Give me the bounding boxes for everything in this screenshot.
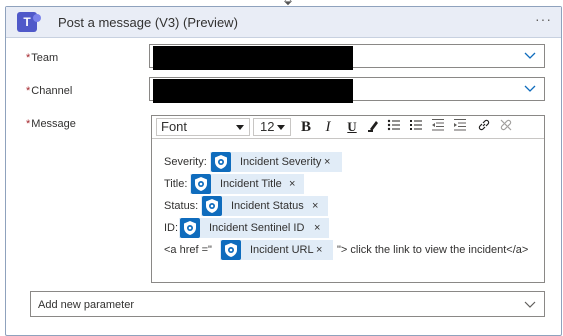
channel-label: *Channel [26,85,72,97]
required-marker: * [26,52,31,64]
message-editor[interactable]: Font 12 B I U Severity: Incident Severit… [151,115,545,283]
href-suffix-text: "> click the link to view the incident</… [337,244,529,256]
unlink-icon[interactable] [496,118,516,136]
required-marker: * [26,85,31,97]
font-family-select[interactable]: Font [156,118,250,136]
chevron-down-icon[interactable] [524,299,536,309]
token-label: Incident Sentinel ID [209,222,305,234]
token-label: Incident Severity [240,156,322,168]
action-header[interactable]: T Post a message (V3) (Preview) ··· [6,7,561,38]
sentinel-shield-icon [180,218,200,238]
numbered-list-icon[interactable] [406,118,426,136]
remove-token-icon[interactable]: × [316,244,322,256]
chevron-down-icon[interactable] [524,82,536,94]
decrease-indent-icon[interactable] [428,118,448,136]
dynamic-content-token[interactable]: Incident Sentinel ID × [179,218,329,238]
team-label-text: Team [31,52,59,64]
chevron-down-icon[interactable] [524,49,536,61]
link-icon[interactable] [474,118,494,136]
increase-indent-icon[interactable] [450,118,470,136]
bold-button[interactable]: B [296,118,316,136]
message-label: *Message [26,118,76,130]
href-prefix-text: <a href =" [164,244,212,256]
token-label: Incident Title [220,178,282,190]
dynamic-content-token[interactable]: Incident Status × [201,196,328,216]
action-title: Post a message (V3) (Preview) [58,15,238,30]
team-label: *Team [26,52,58,64]
message-label-text: Message [31,118,76,130]
remove-token-icon[interactable]: × [312,200,318,212]
add-new-parameter-dropdown[interactable]: Add new parameter [30,291,545,317]
post-message-action-card: T Post a message (V3) (Preview) ··· *Tea… [5,6,562,336]
bulleted-list-icon[interactable] [384,118,404,136]
underline-button[interactable]: U [342,118,362,136]
team-dropdown[interactable] [149,44,545,70]
sentinel-shield-icon [202,196,222,216]
required-marker: * [26,118,31,130]
title-label: Title: [164,178,188,190]
id-label: ID: [164,222,179,234]
dynamic-content-token[interactable]: Incident URL × [220,240,333,260]
font-size-value: 12 [260,119,275,134]
remove-token-icon[interactable]: × [289,178,295,190]
font-family-value: Font [161,119,188,134]
add-parameter-label: Add new parameter [38,299,134,311]
sentinel-shield-icon [211,152,231,172]
channel-dropdown[interactable] [149,77,545,103]
redacted-value [153,46,353,70]
token-label: Incident Status [231,200,304,212]
highlight-icon[interactable] [364,118,384,136]
remove-token-icon[interactable]: × [314,222,320,234]
status-label: Status: [164,200,199,212]
sentinel-shield-icon [221,240,241,260]
editor-toolbar: Font 12 B I U [152,116,544,139]
sentinel-shield-icon [191,174,211,194]
more-options-icon[interactable]: ··· [535,11,552,27]
dropdown-triangle-icon [236,125,244,130]
token-label: Incident URL [250,244,314,256]
italic-button[interactable]: I [318,118,338,136]
dropdown-triangle-icon [277,125,285,130]
teams-icon: T [17,12,41,32]
redacted-value [153,79,353,103]
remove-token-icon[interactable]: × [324,156,330,168]
channel-label-text: Channel [31,85,73,97]
severity-label: Severity: [164,156,207,168]
dynamic-content-token[interactable]: Incident Title × [190,174,304,194]
font-size-select[interactable]: 12 [253,118,291,136]
dynamic-content-token[interactable]: Incident Severity × [210,152,342,172]
